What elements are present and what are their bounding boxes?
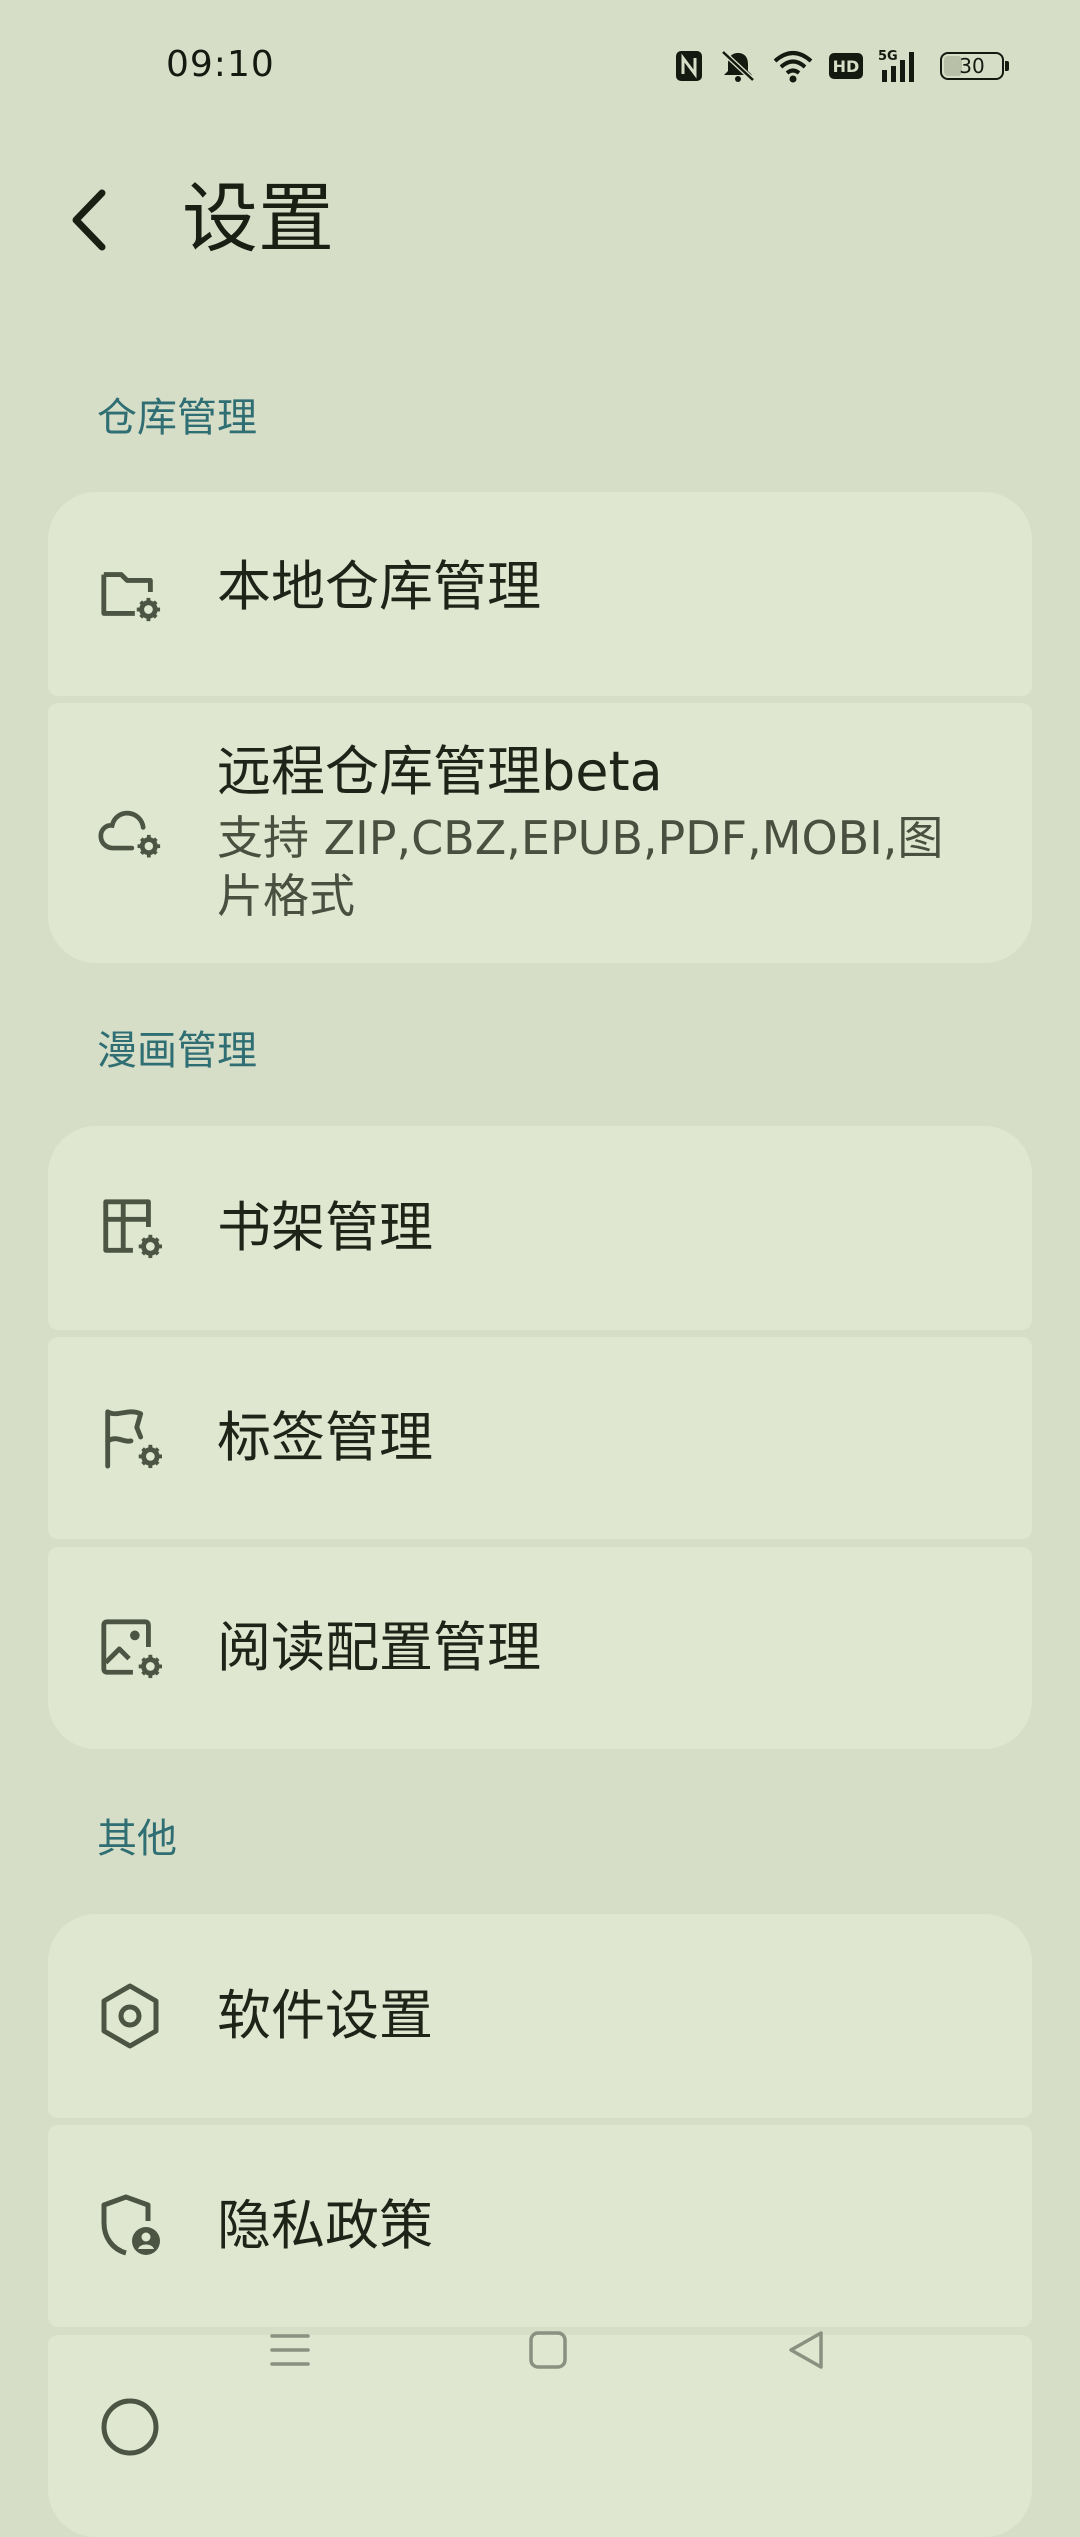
status-icons: HD 5G 30 [674,46,1009,86]
settings-item-remote-repository[interactable]: 远程仓库管理beta 支持 ZIP,CBZ,EPUB,PDF,MOBI,图片格式 [48,703,1032,963]
item-text: 书架管理 [217,1195,972,1261]
item-title: 软件设置 [217,1984,433,2047]
item-text: 标签管理 [217,1405,972,1471]
settings-item-app-settings[interactable]: 软件设置 [48,1914,1032,2118]
page-title: 设置 [182,174,334,263]
svg-text:5G: 5G [878,49,898,64]
settings-item-local-repository[interactable]: 本地仓库管理 [48,492,1032,696]
triangle-back-icon [789,2331,823,2369]
shelf-settings-icon [98,1196,162,1260]
cloud-settings-icon [98,801,162,865]
square-icon [529,2331,567,2369]
item-title: 标签管理 [217,1406,433,1469]
item-text: 远程仓库管理beta 支持 ZIP,CBZ,EPUB,PDF,MOBI,图片格式 [217,739,972,925]
status-time: 09:10 [166,44,275,85]
shield-user-icon [98,2194,162,2258]
settings-item-tags[interactable]: 标签管理 [48,1337,1032,1539]
section-header-comic: 漫画管理 [97,1028,257,1074]
item-text: 软件设置 [217,1983,972,2049]
item-text: 本地仓库管理 [217,554,972,620]
battery-level: 30 [959,54,985,78]
item-subtitle: 支持 ZIP,CBZ,EPUB,PDF,MOBI,图片格式 [217,811,944,923]
section-header-repository: 仓库管理 [97,395,257,441]
item-title: 阅读配置管理 [217,1616,541,1679]
item-text: 阅读配置管理 [217,1615,972,1681]
folder-settings-icon [98,562,162,626]
app-bar: 设置 [0,150,1080,290]
section-header-other: 其他 [97,1816,177,1862]
item-title: 书架管理 [217,1196,433,1259]
back-arrow-icon [72,189,106,251]
settings-item-reading-config[interactable]: 阅读配置管理 [48,1547,1032,1749]
settings-item-bookshelf[interactable]: 书架管理 [48,1126,1032,1330]
back-nav-button[interactable] [766,2320,846,2380]
recent-apps-button[interactable] [250,2320,330,2380]
home-button[interactable] [508,2320,588,2380]
cellular-signal-icon: 5G [878,48,926,84]
hexagon-settings-icon [98,1983,162,2049]
settings-item-privacy-policy[interactable]: 隐私政策 [48,2125,1032,2327]
item-title: 远程仓库管理beta [217,740,663,803]
info-icon [98,2395,162,2459]
image-settings-icon [98,1616,162,1680]
wifi-icon [772,49,814,83]
mute-bell-icon [718,49,758,83]
battery-icon: 30 [940,52,1009,80]
menu-lines-icon [270,2334,310,2366]
status-bar: 09:10 HD 5G 30 [0,0,1080,140]
item-title: 隐私政策 [217,2194,433,2257]
flag-settings-icon [98,1406,162,1470]
hd-badge: HD [828,51,864,81]
item-text: 隐私政策 [217,2193,972,2259]
item-title: 本地仓库管理 [217,555,541,618]
svg-text:HD: HD [833,57,860,76]
nfc-icon [674,49,704,83]
back-button[interactable] [40,170,140,270]
